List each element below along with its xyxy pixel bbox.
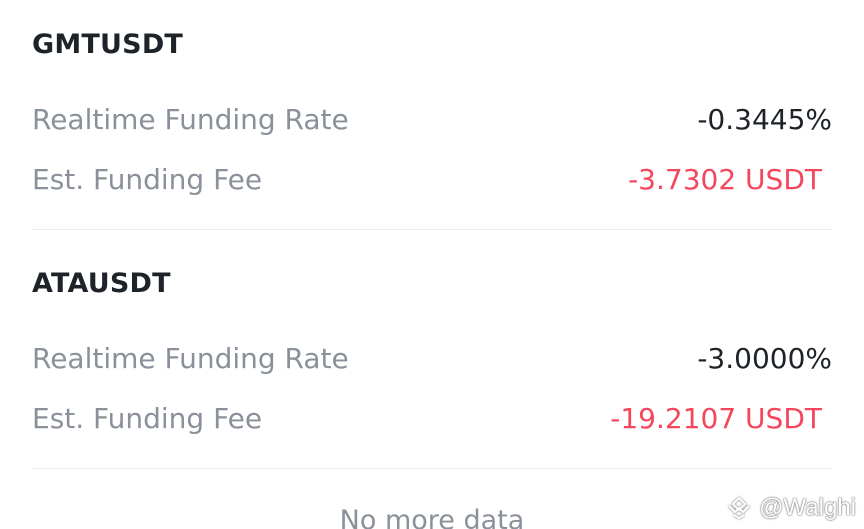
funding-rate-label: Realtime Funding Rate [32, 103, 349, 136]
funding-rate-value: -3.0000% [697, 342, 832, 375]
funding-fee-row: Est. Funding Fee -3.7302 USDT [32, 160, 832, 200]
funding-fee-row: Est. Funding Fee -19.2107 USDT [32, 399, 832, 439]
position-symbol: GMTUSDT [32, 29, 184, 60]
watermark: @Walghi [725, 492, 856, 524]
funding-rate-row: Realtime Funding Rate -0.3445% [32, 100, 832, 140]
divider [32, 229, 832, 230]
funding-fee-label: Est. Funding Fee [32, 163, 263, 196]
funding-fee-label: Est. Funding Fee [32, 402, 263, 435]
watermark-text: @Walghi [759, 494, 856, 521]
funding-fee-value: -19.2107 USDT [610, 402, 822, 435]
divider [32, 468, 832, 469]
funding-rate-label: Realtime Funding Rate [32, 342, 349, 375]
position-symbol: ATAUSDT [32, 268, 171, 299]
funding-rate-value: -0.3445% [697, 103, 832, 136]
funding-rate-row: Realtime Funding Rate -3.0000% [32, 339, 832, 379]
binance-square-logo-icon [728, 496, 750, 520]
funding-fee-value: -3.7302 USDT [628, 163, 822, 196]
funding-fee-page: GMTUSDT Realtime Funding Rate -0.3445% E… [0, 0, 864, 529]
